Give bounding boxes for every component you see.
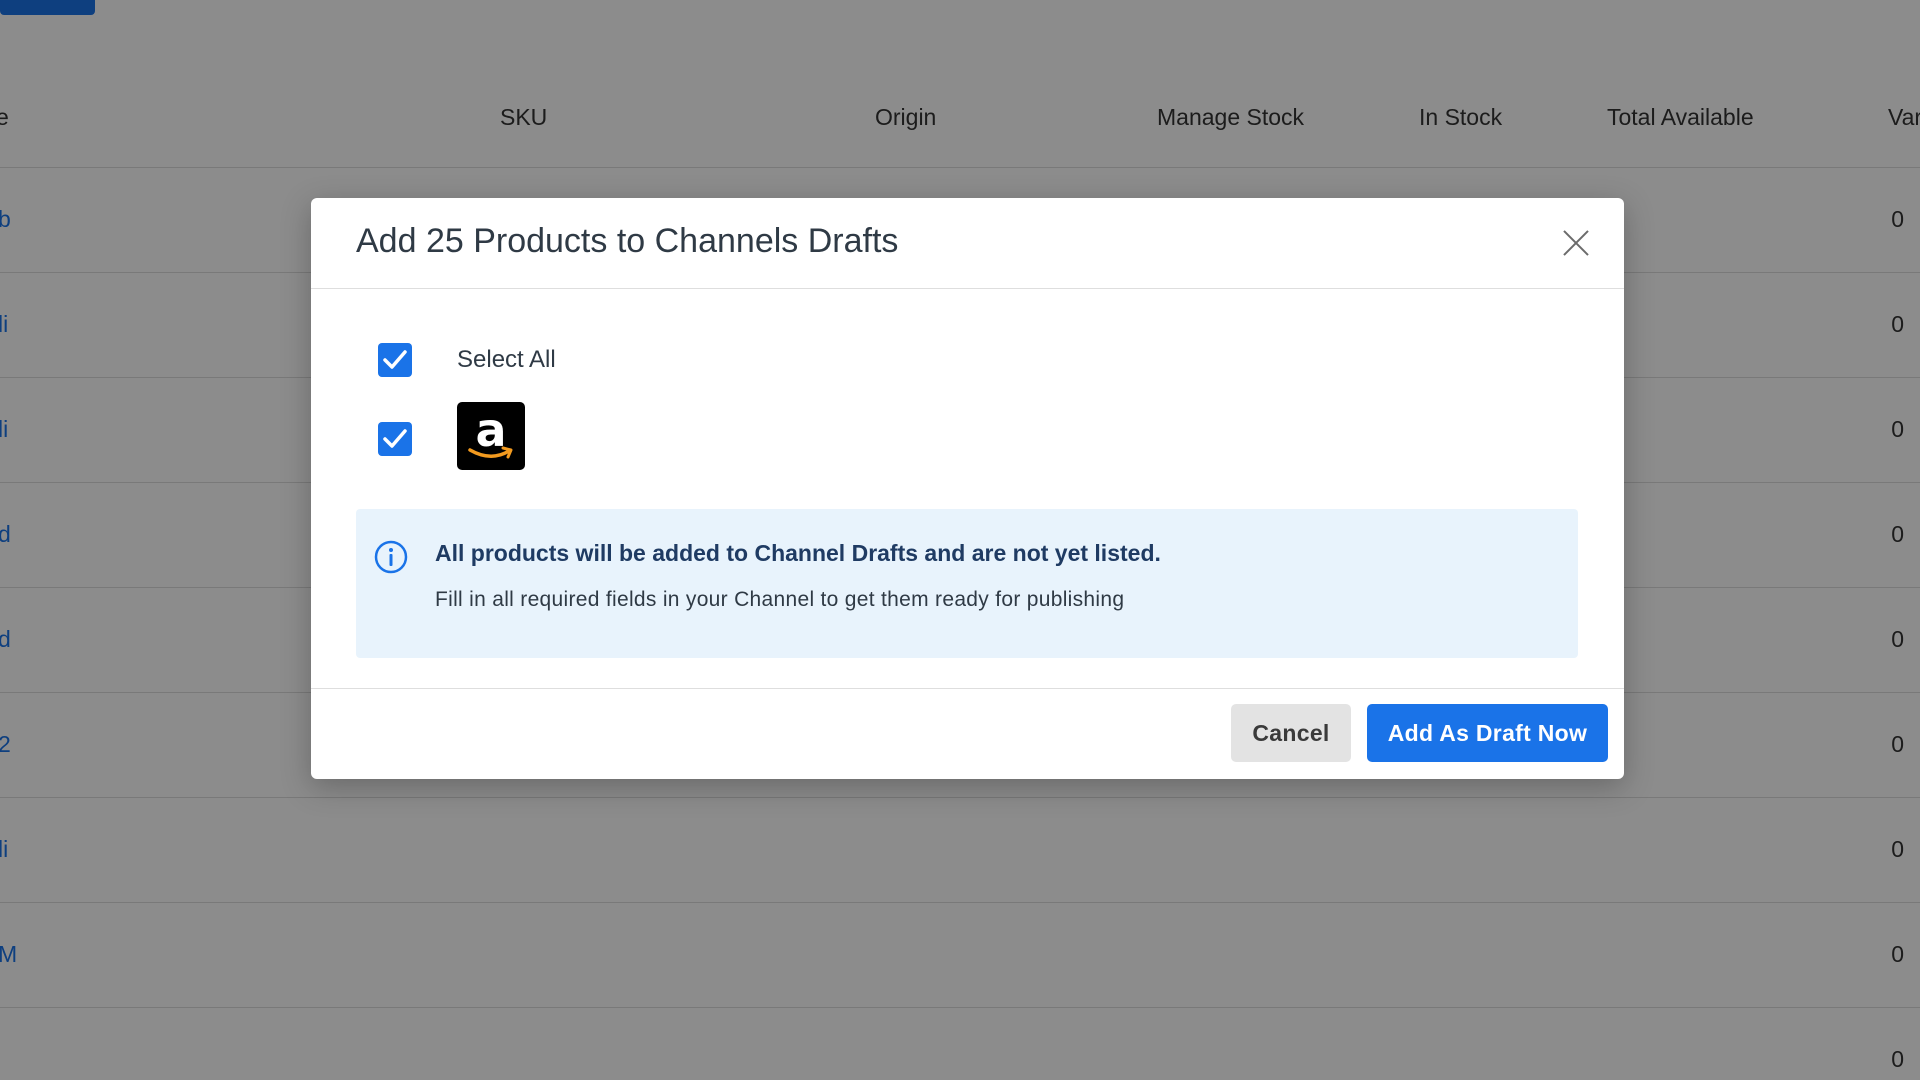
add-as-draft-button[interactable]: Add As Draft Now bbox=[1367, 704, 1608, 762]
checkmark-icon bbox=[383, 350, 407, 369]
checkmark-icon bbox=[383, 429, 407, 448]
info-title: All products will be added to Channel Dr… bbox=[435, 540, 1161, 566]
select-all-label: Select All bbox=[457, 346, 556, 373]
select-all-checkbox[interactable] bbox=[378, 343, 412, 377]
info-description: Fill in all required fields in your Chan… bbox=[435, 588, 1125, 611]
close-icon[interactable] bbox=[1556, 223, 1596, 263]
info-alert: All products will be added to Channel Dr… bbox=[356, 509, 1578, 658]
info-icon bbox=[374, 540, 408, 574]
dialog-title: Add 25 Products to Channels Drafts bbox=[356, 222, 899, 260]
channel-checkbox-amazon[interactable] bbox=[378, 422, 412, 456]
cancel-button[interactable]: Cancel bbox=[1231, 704, 1351, 762]
dialog-header: Add 25 Products to Channels Drafts bbox=[311, 198, 1624, 289]
add-to-channels-dialog: Add 25 Products to Channels Drafts Selec… bbox=[311, 198, 1624, 779]
dialog-footer: Cancel Add As Draft Now bbox=[311, 688, 1624, 779]
amazon-logo-icon: a bbox=[457, 402, 525, 470]
